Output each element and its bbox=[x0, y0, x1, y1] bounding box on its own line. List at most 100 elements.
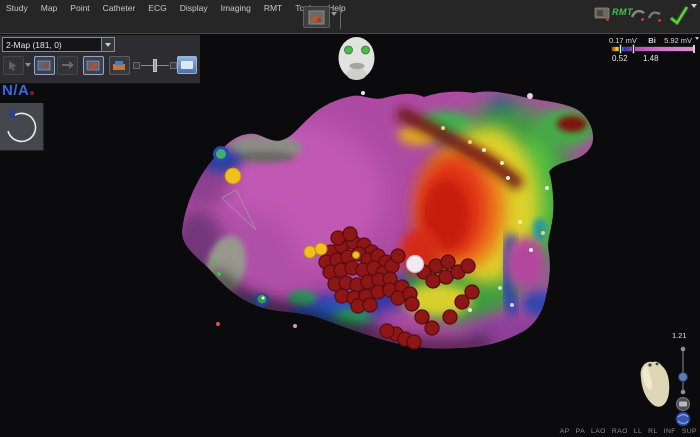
menu-map[interactable]: Map bbox=[39, 2, 60, 14]
scale-end-cap bbox=[693, 45, 695, 53]
orient-sup[interactable]: SUP bbox=[682, 428, 697, 435]
rotate-panel bbox=[0, 103, 44, 151]
slider-min-box[interactable] bbox=[133, 62, 140, 69]
map-speck bbox=[293, 324, 297, 328]
orient-pa[interactable]: PA bbox=[576, 428, 585, 435]
orient-rao[interactable]: RAO bbox=[612, 428, 628, 435]
yellow-tag-point[interactable] bbox=[225, 168, 241, 184]
map-speck bbox=[361, 91, 365, 95]
scale-low-handle[interactable] bbox=[619, 44, 622, 54]
catheter-tip-point[interactable] bbox=[407, 256, 424, 273]
map-speck bbox=[262, 297, 265, 300]
map-speck bbox=[518, 220, 522, 224]
menu-rmt[interactable]: RMT bbox=[262, 2, 284, 14]
orient-lao[interactable]: LAO bbox=[591, 428, 606, 435]
menu-display[interactable]: Display bbox=[178, 2, 210, 14]
scale-low-threshold: 0.52 bbox=[612, 54, 628, 63]
orient-ap[interactable]: AP bbox=[560, 428, 570, 435]
map-speck bbox=[468, 308, 472, 312]
scale-dropdown-caret[interactable] bbox=[695, 37, 699, 40]
map-speck bbox=[506, 176, 510, 180]
menu-ecg[interactable]: ECG bbox=[146, 2, 168, 14]
ablation-point[interactable] bbox=[415, 310, 429, 324]
menu-imaging[interactable]: Imaging bbox=[219, 2, 253, 14]
face-left-eye bbox=[345, 46, 353, 54]
scale-gradient-bar[interactable] bbox=[611, 46, 695, 52]
map-view-button[interactable] bbox=[303, 6, 330, 28]
fill-slider-handle[interactable] bbox=[153, 59, 157, 72]
orient-ll[interactable]: LL bbox=[634, 428, 642, 435]
map-point-tool-button[interactable] bbox=[34, 56, 55, 75]
zoom-slider-top-dot[interactable] bbox=[681, 347, 686, 352]
ablation-point[interactable] bbox=[363, 298, 377, 312]
status-mark bbox=[30, 91, 34, 95]
app-window: Study Map Point Catheter ECG Display Ima… bbox=[0, 0, 700, 437]
ablation-point[interactable] bbox=[391, 249, 405, 263]
face-mouth bbox=[350, 63, 365, 69]
tool-dropdown-caret[interactable] bbox=[25, 63, 31, 67]
face-chin bbox=[347, 68, 367, 80]
map-point-icon bbox=[37, 59, 52, 72]
screen-layout-button[interactable] bbox=[177, 56, 197, 74]
active-catheter-tip-dot[interactable] bbox=[407, 256, 424, 273]
globe-button[interactable] bbox=[676, 412, 690, 426]
tool-button-disabled[interactable] bbox=[3, 56, 24, 75]
rotate-arrow-icon[interactable] bbox=[0, 103, 44, 151]
map-view-dropdown-caret[interactable] bbox=[331, 12, 337, 16]
menu-catheter[interactable]: Catheter bbox=[101, 2, 138, 14]
view-status-label: N/A bbox=[2, 82, 34, 99]
map-speck bbox=[482, 148, 486, 152]
orientation-button-row: AP PA LAO RAO LL RL INF SUP bbox=[560, 428, 697, 435]
ablation-point[interactable] bbox=[380, 324, 394, 338]
ablation-point[interactable] bbox=[461, 259, 475, 273]
ablation-point[interactable] bbox=[407, 335, 421, 349]
ablation-point[interactable] bbox=[425, 321, 439, 335]
menu-point[interactable]: Point bbox=[68, 2, 91, 14]
scale-max-value: 5.92 mV bbox=[664, 36, 692, 45]
orient-rl[interactable]: RL bbox=[648, 428, 658, 435]
catheter-2-status-dot bbox=[658, 19, 661, 22]
scale-high-handle[interactable] bbox=[632, 44, 635, 54]
zoom-slider-handle[interactable] bbox=[679, 373, 688, 382]
map-thumbnail-icon bbox=[308, 10, 325, 25]
point-edit-tool-button[interactable] bbox=[83, 56, 104, 75]
map-selector-caret[interactable] bbox=[101, 38, 114, 51]
orient-inf[interactable]: INF bbox=[664, 428, 676, 435]
ablation-point[interactable] bbox=[343, 227, 357, 241]
scale-high-threshold: 1.48 bbox=[643, 54, 659, 63]
ablation-point[interactable] bbox=[405, 297, 419, 311]
fill-threshold-button[interactable] bbox=[109, 56, 130, 75]
yellow-tag-point[interactable] bbox=[304, 246, 316, 258]
map-selector-value: 2-Map (181, 0) bbox=[3, 40, 101, 50]
yellow-tag-point[interactable] bbox=[315, 243, 327, 255]
ablation-point[interactable] bbox=[443, 310, 457, 324]
zoom-slider-bottom-dot[interactable] bbox=[681, 390, 686, 395]
scale-label: Bi bbox=[648, 36, 656, 45]
menubar: Study Map Point Catheter ECG Display Ima… bbox=[4, 2, 348, 14]
reference-heart-icon[interactable] bbox=[636, 358, 672, 410]
yellow-tag-point[interactable] bbox=[353, 252, 360, 259]
map-speck bbox=[217, 272, 221, 276]
map-speck bbox=[541, 231, 545, 235]
toolbar-separator bbox=[340, 6, 341, 29]
voltage-color-scale: 0.17 mV Bi 5.92 mV 0.52 1.48 bbox=[606, 35, 700, 63]
pointer-icon bbox=[7, 60, 20, 71]
fluoro-status-dot bbox=[606, 18, 609, 21]
face-right-eye bbox=[362, 46, 370, 54]
map-speck bbox=[441, 126, 445, 130]
connection-check-icon[interactable] bbox=[668, 4, 690, 25]
ablation-point[interactable] bbox=[426, 274, 440, 288]
map-speck bbox=[527, 93, 533, 99]
double-arrow-icon bbox=[61, 60, 75, 71]
menu-study[interactable]: Study bbox=[4, 2, 30, 14]
slider-max-box[interactable] bbox=[170, 62, 177, 69]
transfer-tool-button[interactable] bbox=[57, 56, 78, 75]
ablation-point[interactable] bbox=[465, 285, 479, 299]
orientation-face-indicator[interactable] bbox=[334, 34, 380, 84]
zoom-slider bbox=[668, 340, 698, 437]
connection-dropdown-caret[interactable] bbox=[691, 4, 697, 8]
map-selector[interactable]: 2-Map (181, 0) bbox=[2, 37, 115, 52]
map-speck bbox=[500, 161, 504, 165]
map-speck bbox=[498, 286, 502, 290]
map-speck bbox=[216, 322, 220, 326]
